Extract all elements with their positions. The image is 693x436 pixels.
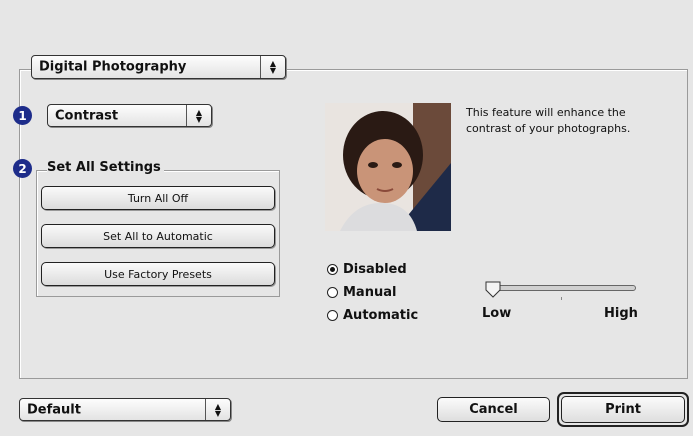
popup-arrows-icon: ▲ ▼ <box>205 399 230 420</box>
description-line-1: This feature will enhance the <box>466 106 626 119</box>
set-all-settings-title: Set All Settings <box>47 160 164 175</box>
preset-select-value: Default <box>27 402 81 417</box>
preset-select[interactable]: Default ▲ ▼ <box>19 398 231 421</box>
step-2-badge: 2 <box>13 159 32 178</box>
radio-disabled-label: Disabled <box>343 262 407 277</box>
feature-description: This feature will enhance the contrast o… <box>466 105 630 137</box>
radio-automatic[interactable]: Automatic <box>327 308 418 323</box>
cancel-button[interactable]: Cancel <box>437 397 550 422</box>
feature-select-value: Contrast <box>55 108 119 123</box>
set-all-automatic-button[interactable]: Set All to Automatic <box>41 224 275 248</box>
panel-select-value: Digital Photography <box>39 59 187 75</box>
panel-select[interactable]: Digital Photography ▲ ▼ <box>31 55 286 79</box>
radio-unselected-icon <box>327 287 338 298</box>
step-1-badge: 1 <box>13 106 32 125</box>
description-line-2: contrast of your photographs. <box>466 122 631 135</box>
slider-tick <box>561 297 562 300</box>
print-button[interactable]: Print <box>561 396 685 423</box>
popup-arrows-icon: ▲ ▼ <box>260 56 285 78</box>
radio-disabled[interactable]: Disabled <box>327 262 407 277</box>
radio-manual-label: Manual <box>343 285 397 300</box>
popup-arrows-icon: ▲ ▼ <box>186 105 211 126</box>
radio-unselected-icon <box>327 310 338 321</box>
factory-presets-button[interactable]: Use Factory Presets <box>41 262 275 286</box>
slider-thumb[interactable] <box>484 280 504 300</box>
slider-low-label: Low <box>482 306 512 321</box>
radio-selected-icon <box>327 264 338 275</box>
radio-manual[interactable]: Manual <box>327 285 396 300</box>
turn-all-off-button[interactable]: Turn All Off <box>41 186 275 210</box>
feature-select[interactable]: Contrast ▲ ▼ <box>47 104 212 127</box>
slider-high-label: High <box>604 306 638 321</box>
contrast-slider-track[interactable] <box>487 285 636 291</box>
radio-automatic-label: Automatic <box>343 308 419 323</box>
preview-photo <box>325 103 451 231</box>
